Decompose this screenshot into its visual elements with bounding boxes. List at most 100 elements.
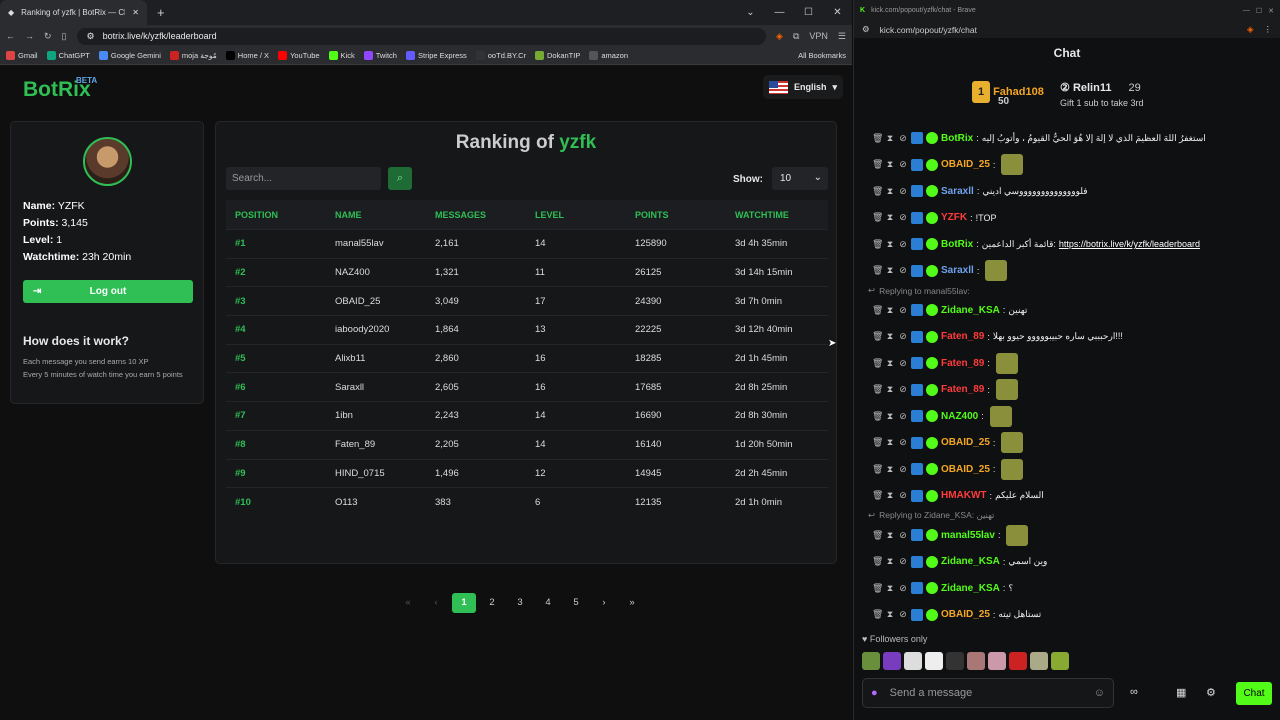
ban-icon[interactable]: ⊘: [898, 556, 908, 567]
chat-username[interactable]: OBAID_25: [941, 159, 990, 170]
timeout-icon[interactable]: ⧗: [885, 556, 895, 567]
delete-icon[interactable]: 🗑: [872, 265, 883, 276]
chat-input[interactable]: ● Send a message ☺: [862, 678, 1114, 708]
chat-username[interactable]: Zidane_KSA: [941, 305, 1000, 316]
maximize-button[interactable]: ☐: [1256, 7, 1262, 15]
timeout-icon[interactable]: ⧗: [885, 305, 895, 316]
timeout-icon[interactable]: ⧗: [885, 530, 895, 541]
ban-icon[interactable]: ⊘: [898, 265, 908, 276]
menu-icon[interactable]: ☰: [838, 31, 846, 42]
ban-icon[interactable]: ⊘: [898, 583, 908, 594]
timeout-icon[interactable]: ⧗: [885, 265, 895, 276]
chat-username[interactable]: Zidane_KSA: [941, 556, 1000, 567]
page-button[interactable]: 3: [508, 593, 532, 613]
delete-icon[interactable]: 🗑: [872, 159, 883, 170]
minimize-button[interactable]: —: [1243, 7, 1250, 14]
site-info-icon[interactable]: ⚙: [862, 24, 870, 35]
ban-icon[interactable]: ⊘: [898, 530, 908, 541]
bookmark-item[interactable]: amazon: [589, 51, 628, 60]
maximize-button[interactable]: ☐: [794, 0, 823, 25]
brave-shield-icon[interactable]: ◈: [1247, 24, 1254, 35]
delete-icon[interactable]: 🗑: [872, 411, 883, 422]
column-header[interactable]: POINTS: [626, 210, 726, 220]
mic-icon[interactable]: ●: [871, 687, 878, 699]
delete-icon[interactable]: 🗑: [872, 530, 883, 541]
page-button[interactable]: 1: [452, 593, 476, 613]
close-tab-icon[interactable]: ✕: [132, 8, 139, 17]
timeout-icon[interactable]: ⧗: [885, 411, 895, 422]
search-input[interactable]: Search...: [226, 167, 381, 190]
emote-icon[interactable]: [1030, 652, 1048, 670]
brave-shield-icon[interactable]: ◈: [776, 31, 783, 42]
bookmark-item[interactable]: Home / X: [225, 51, 269, 60]
emote-icon[interactable]: [883, 652, 901, 670]
delete-icon[interactable]: 🗑: [872, 212, 883, 223]
delete-icon[interactable]: 🗑: [872, 133, 883, 144]
chat-username[interactable]: Saraxll: [941, 186, 974, 197]
chat-username[interactable]: manal55lav: [941, 530, 995, 541]
chat-username[interactable]: NAZ400: [941, 411, 978, 422]
timeout-icon[interactable]: ⧗: [885, 133, 895, 144]
delete-icon[interactable]: 🗑: [872, 186, 883, 197]
timeout-icon[interactable]: ⧗: [885, 490, 895, 501]
chat-username[interactable]: Faten_89: [941, 358, 984, 369]
emote-icon[interactable]: [862, 652, 880, 670]
url-field[interactable]: ⚙ botrix.live/k/yzfk/leaderboard: [76, 27, 767, 45]
delete-icon[interactable]: 🗑: [872, 464, 883, 475]
menu-icon[interactable]: ⋮: [1264, 24, 1273, 35]
ban-icon[interactable]: ⊘: [898, 331, 908, 342]
tab-search-icon[interactable]: ⌄: [736, 0, 765, 25]
forward-icon[interactable]: →: [25, 31, 34, 41]
chat-username[interactable]: OBAID_25: [941, 464, 990, 475]
chat-username[interactable]: Faten_89: [941, 384, 984, 395]
timeout-icon[interactable]: ⧗: [885, 358, 895, 369]
chat-username[interactable]: Saraxll: [941, 265, 974, 276]
delete-icon[interactable]: 🗑: [872, 384, 883, 395]
bookmark-item[interactable]: moja مُوجة: [169, 51, 217, 60]
bookmark-item[interactable]: ooTd.BY.Cr: [475, 51, 526, 60]
timeout-icon[interactable]: ⧗: [885, 239, 895, 250]
emote-icon[interactable]: [904, 652, 922, 670]
column-header[interactable]: WATCHTIME: [726, 210, 826, 220]
ban-icon[interactable]: ⊘: [898, 186, 908, 197]
bookmark-icon[interactable]: ▯: [62, 31, 67, 42]
back-icon[interactable]: ←: [6, 31, 15, 41]
ban-icon[interactable]: ⊘: [898, 239, 908, 250]
all-bookmarks[interactable]: All Bookmarks: [798, 51, 846, 60]
bookmark-item[interactable]: DokanTIP: [534, 51, 580, 60]
timeout-icon[interactable]: ⧗: [885, 212, 895, 223]
channel-points-icon[interactable]: ∞: [1130, 686, 1138, 698]
emoji-icon[interactable]: ☺: [1094, 687, 1105, 699]
settings-icon[interactable]: ⚙: [1206, 686, 1216, 699]
page-button[interactable]: 4: [536, 593, 560, 613]
column-header[interactable]: MESSAGES: [426, 210, 526, 220]
ban-icon[interactable]: ⊘: [898, 305, 908, 316]
store-icon[interactable]: ▦: [1176, 686, 1186, 699]
timeout-icon[interactable]: ⧗: [885, 384, 895, 395]
chat-link[interactable]: https://botrix.live/k/yzfk/leaderboard: [1059, 239, 1200, 249]
close-window-button[interactable]: ✕: [1268, 7, 1274, 15]
column-header[interactable]: LEVEL: [526, 210, 626, 220]
ban-icon[interactable]: ⊘: [898, 159, 908, 170]
minimize-button[interactable]: —: [765, 0, 794, 25]
ban-icon[interactable]: ⊘: [898, 212, 908, 223]
ban-icon[interactable]: ⊘: [898, 133, 908, 144]
chat-username[interactable]: BotRix: [941, 133, 973, 144]
bookmark-item[interactable]: Stripe Express: [405, 51, 467, 60]
chat-url[interactable]: kick.com/popout/yzfk/chat: [880, 25, 977, 35]
bookmark-item[interactable]: Gmail: [6, 51, 38, 60]
send-chat-button[interactable]: Chat: [1236, 682, 1272, 705]
bookmark-item[interactable]: Google Gemini: [98, 51, 161, 60]
emote-icon[interactable]: [925, 652, 943, 670]
chat-username[interactable]: OBAID_25: [941, 609, 990, 620]
first-page-icon[interactable]: «: [396, 593, 420, 613]
timeout-icon[interactable]: ⧗: [885, 331, 895, 342]
emote-icon[interactable]: [946, 652, 964, 670]
delete-icon[interactable]: 🗑: [872, 437, 883, 448]
logout-button[interactable]: ⇥ Log out: [23, 280, 193, 303]
vpn-label[interactable]: VPN: [809, 31, 828, 41]
chat-username[interactable]: OBAID_25: [941, 437, 990, 448]
chat-username[interactable]: BotRix: [941, 239, 973, 250]
ban-icon[interactable]: ⊘: [898, 358, 908, 369]
timeout-icon[interactable]: ⧗: [885, 186, 895, 197]
